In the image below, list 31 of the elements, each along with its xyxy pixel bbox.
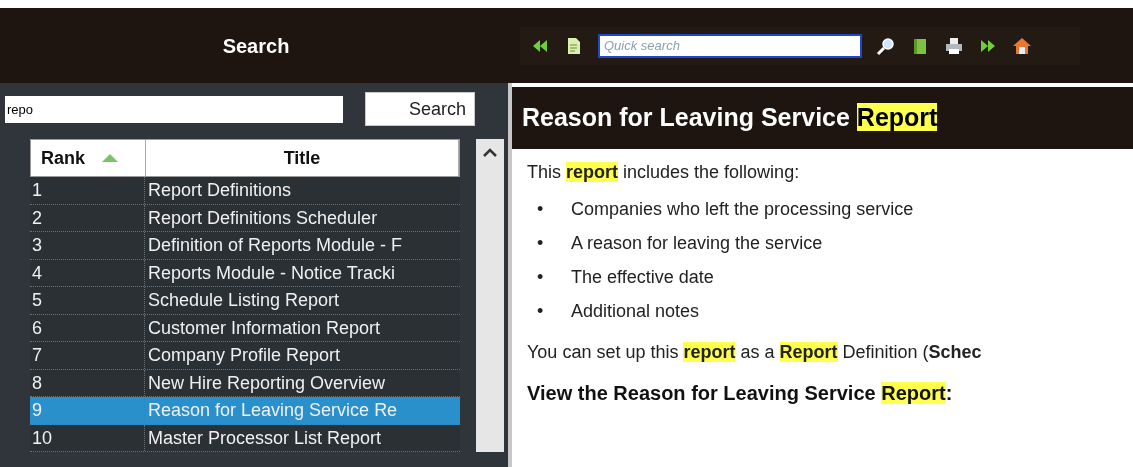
bullet-marker: •: [537, 267, 544, 287]
result-row[interactable]: 3 Definition of Reports Module - F: [30, 232, 460, 260]
panel-title: Search: [222, 33, 290, 59]
printer-icon[interactable]: [944, 35, 964, 56]
home-icon[interactable]: [1012, 35, 1032, 56]
column-header[interactable]: Title: [146, 140, 459, 176]
result-row[interactable]: 6 Customer Information Report: [30, 314, 460, 342]
result-row[interactable]: 2 Report Definitions Scheduler: [30, 204, 460, 232]
scrollbar[interactable]: [476, 139, 504, 452]
result-row[interactable]: 10 Master Processor List Report: [30, 424, 460, 452]
intro-text: This report includes the following:: [527, 161, 801, 184]
sort-ascending-icon: [101, 153, 119, 163]
result-row[interactable]: 1 Report Definitions: [30, 177, 460, 205]
result-row[interactable]: 8 New Hire Reporting Overview: [30, 369, 460, 397]
bullet-marker: •: [537, 233, 544, 253]
result-row[interactable]: 5 Schedule Listing Report: [30, 287, 460, 315]
article-title: Reason for Leaving Service Report: [522, 102, 938, 134]
bullet-text: Additional notes: [571, 300, 700, 323]
bullet-text: The effective date: [571, 266, 714, 289]
scroll-up-icon[interactable]: [483, 147, 497, 157]
bullet-text: A reason for leaving the service: [571, 232, 823, 255]
bullet-marker: •: [537, 199, 544, 219]
quick-search-field[interactable]: Quick search: [598, 33, 862, 58]
column-header[interactable]: Rank: [31, 140, 146, 176]
search-icon[interactable]: [876, 35, 896, 56]
bullet-marker: •: [537, 301, 544, 321]
result-row[interactable]: 7 Company Profile Report: [30, 342, 460, 370]
result-row[interactable]: 4 Reports Module - Notice Tracki: [30, 259, 460, 287]
search-field[interactable]: repo: [5, 95, 343, 123]
search-button[interactable]: Search: [365, 92, 475, 126]
bullet-text: Companies who left the processing service: [571, 198, 914, 221]
